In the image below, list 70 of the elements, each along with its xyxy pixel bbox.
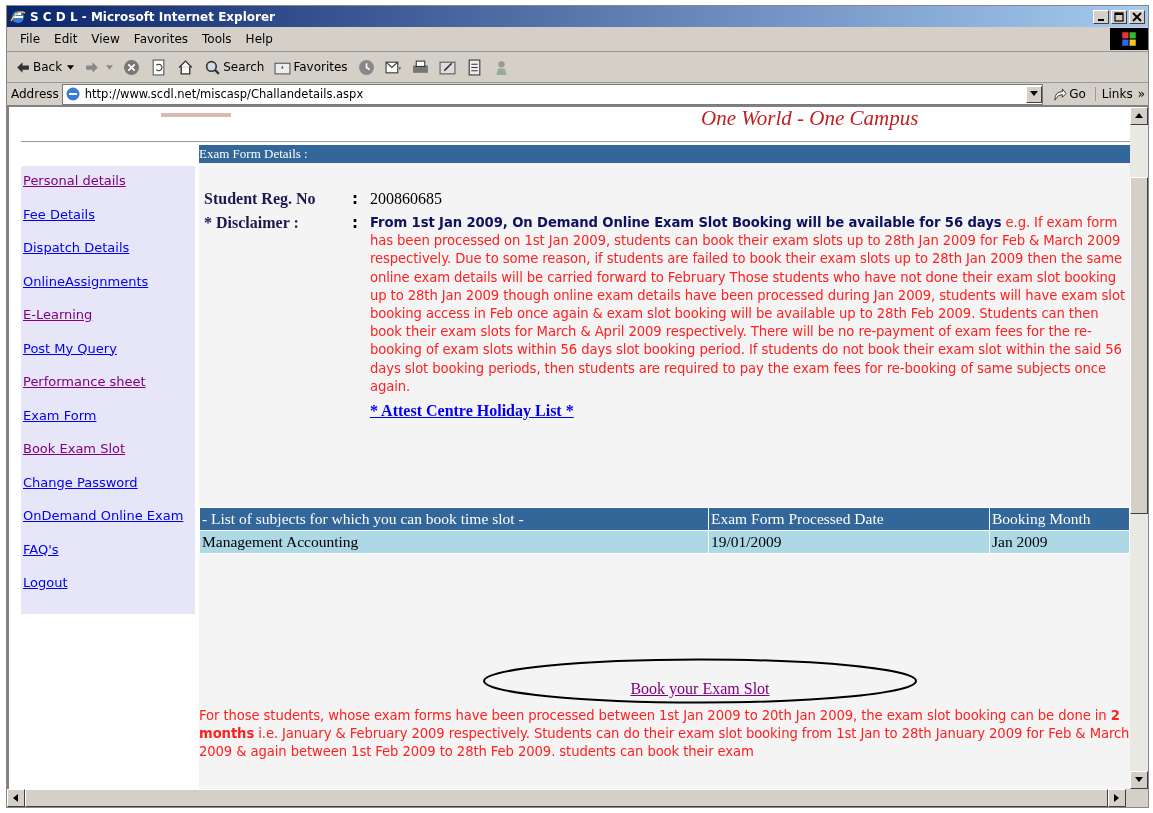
sidebar-link[interactable]: Change Password: [23, 473, 195, 507]
favorites-button[interactable]: Favorites: [271, 55, 351, 79]
more-chevron[interactable]: »: [1137, 87, 1148, 101]
colon: :: [352, 214, 359, 232]
table-cell: Management Accounting: [199, 530, 709, 554]
sidebar-link[interactable]: Exam Form: [23, 406, 195, 440]
caret-icon: [67, 64, 75, 70]
section-header: Exam Form Details :: [199, 145, 1130, 163]
address-label: Address: [11, 87, 59, 101]
sidebar-link[interactable]: Fee Details: [23, 205, 195, 239]
window-title: S C D L - Microsoft Internet Explorer: [30, 9, 277, 24]
back-button[interactable]: Back: [11, 55, 78, 79]
menu-item[interactable]: Help: [238, 32, 280, 46]
menu-item[interactable]: File: [13, 32, 48, 46]
sidebar-link[interactable]: Personal details: [23, 172, 195, 206]
dropdown-button[interactable]: [1026, 85, 1043, 103]
colon: :: [352, 190, 359, 208]
sidebar-link[interactable]: FAQ's: [23, 540, 195, 574]
sidebar-link[interactable]: Book Exam Slot: [23, 440, 195, 474]
close-button[interactable]: [1129, 9, 1145, 24]
sidebar-link[interactable]: OnlineAssignments: [23, 272, 195, 306]
table-cell: 19/01/2009: [708, 530, 990, 554]
column-header: - List of subjects for which you can book time slot -: [199, 507, 709, 531]
search-button[interactable]: Search: [201, 55, 268, 79]
links-button[interactable]: Links: [1094, 87, 1135, 101]
scroll-right-icon[interactable]: [1114, 794, 1120, 802]
clock-icon: [357, 58, 375, 76]
browser-logo-icon: [10, 8, 26, 25]
field-label: Student Reg. No: [204, 190, 317, 208]
caret-icon: [106, 64, 114, 70]
sidebar-link[interactable]: Dispatch Details: [23, 239, 195, 273]
horizontal-scrollbar[interactable]: [7, 789, 1126, 807]
field-label: * Disclaimer :: [204, 214, 300, 232]
tagline: One World - One Campus: [701, 107, 919, 129]
windows-logo-icon: [1110, 28, 1148, 50]
sidebar-link[interactable]: Performance sheet: [23, 373, 195, 407]
note-text: For those students, whose exam forms have been processed between 1st Jan 2009 to 20th Jan 2009, the exam slot booking can be done in 2 months i.e. January & February 2009 respectively. Students can do their exam slot booking from 1st Jan to 28th January 2009 for Feb & March 2009 & again between 1st Feb 2009 to 28th Feb 2009. students can book their exam: [199, 707, 1130, 762]
minimize-icon: [1098, 18, 1104, 21]
menu-item[interactable]: Tools: [195, 32, 239, 46]
menu-item[interactable]: Favorites: [126, 32, 196, 46]
vertical-scrollbar[interactable]: [1130, 107, 1148, 789]
caret-icon: [1030, 91, 1039, 97]
disclaimer-text: From 1st Jan 2009, On Demand Online Exam Slot Booking will be available for 56 days e.g. If exam form has been processed on 1st Jan 2009, students can book their exam slots up to 28th Jan 2009 for Feb & March 2009 respectively. Due to some reason, if students are failed to book their exam slots up to 28th Jan 2009 then the same online exam details will be carried forward to February Those students who have not done their exam slot booking up to 28th Jan 2009 though online exam details have been processed during Jan 2009, students will have exam slot booking access in Feb once again & exam slot booking will be available up to 28th Feb 2009. Students can then book their exam slots for March & April 2009 respectively. There will be no re-payment of exam fees for the re-booking of exam slots within 56 days slot booking period. If students do not book their exam slot within the said 56 days slot booking periods, then students are required to pay the exam fees for re-booking of same subjects once again.: [370, 214, 1126, 396]
maximize-icon: [1114, 11, 1124, 22]
holiday-list-link[interactable]: * Attest Centre Holiday List *: [370, 402, 574, 421]
scroll-down-icon[interactable]: [1135, 777, 1143, 783]
field-value: 200860685: [370, 190, 442, 208]
address-field[interactable]: http://www.scdl.net/miscasp/Challandetails.aspx: [61, 83, 1044, 105]
close-icon: [1132, 11, 1142, 22]
book-slot-link[interactable]: Book your Exam Slot: [630, 680, 770, 699]
sidebar-link[interactable]: Post My Query: [23, 339, 195, 373]
sidebar-link[interactable]: OnDemand Online Exam: [23, 507, 195, 541]
stop-icon: [123, 58, 141, 76]
sidebar-link[interactable]: E-Learning: [23, 306, 195, 340]
minimize-button[interactable]: [1093, 9, 1109, 24]
scroll-up-icon[interactable]: [1135, 113, 1143, 119]
home-icon: [177, 58, 195, 76]
search-icon: [204, 58, 222, 76]
column-header: Booking Month: [989, 507, 1130, 531]
menu-item[interactable]: View: [84, 32, 127, 46]
go-button[interactable]: Go: [1046, 86, 1092, 102]
menu-item[interactable]: Edit: [47, 32, 85, 46]
go-arrow-icon: [1052, 86, 1068, 102]
table-cell: Jan 2009: [989, 530, 1130, 554]
column-header: Exam Form Processed Date: [708, 507, 990, 531]
logo-drawing: [161, 110, 231, 120]
sidebar-link[interactable]: Logout: [23, 574, 195, 608]
printer-icon: [411, 58, 429, 76]
maximize-button[interactable]: [1111, 9, 1127, 24]
scroll-left-icon[interactable]: [13, 794, 19, 802]
